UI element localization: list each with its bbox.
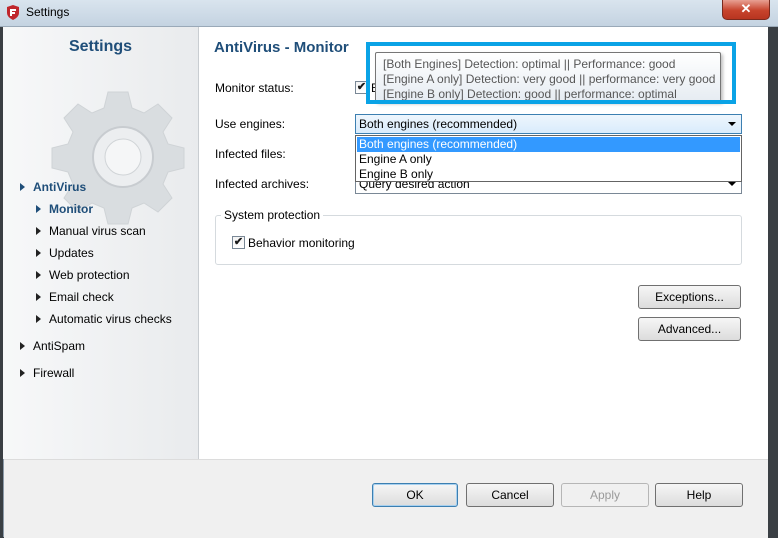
- sidebar-item-antispam[interactable]: AntiSpam: [20, 339, 85, 353]
- page-title: AntiVirus - Monitor: [214, 39, 349, 56]
- sidebar-item-updates[interactable]: Updates: [36, 246, 94, 260]
- infected-files-label: Infected files:: [215, 147, 286, 161]
- expand-triangle-icon: [36, 271, 41, 279]
- sidebar-item-label: AntiSpam: [33, 339, 86, 353]
- sidebar-item-label: Firewall: [33, 366, 75, 380]
- use-engines-label: Use engines:: [215, 117, 286, 131]
- expand-triangle-icon: [36, 205, 41, 213]
- cancel-button[interactable]: Cancel: [466, 483, 554, 507]
- engine-option-both[interactable]: Both engines (recommended): [357, 137, 740, 152]
- behavior-monitoring-label: Behavior monitoring: [248, 236, 355, 250]
- infected-archives-label: Infected archives:: [215, 177, 310, 191]
- tooltip-highlight-frame: [366, 42, 736, 104]
- chevron-down-icon: [728, 182, 736, 186]
- sidebar-item-email-check[interactable]: Email check: [36, 290, 114, 304]
- chevron-down-icon: [728, 122, 736, 126]
- engines-dropdown-list: Both engines (recommended) Engine A only…: [355, 135, 742, 182]
- sidebar-item-label: Email check: [49, 290, 114, 304]
- ok-button[interactable]: OK: [372, 483, 458, 507]
- sidebar-item-label: Updates: [49, 246, 94, 260]
- check-icon: ✔: [356, 81, 367, 93]
- apply-button[interactable]: Apply: [561, 483, 649, 507]
- expand-triangle-icon: [36, 293, 41, 301]
- sidebar-item-web-protection[interactable]: Web protection: [36, 268, 130, 282]
- engines-select-value: Both engines (recommended): [359, 117, 518, 131]
- sidebar-item-label: Manual virus scan: [49, 224, 146, 238]
- sidebar: Settings: [3, 27, 199, 459]
- sidebar-item-monitor[interactable]: Monitor: [36, 202, 93, 216]
- expand-triangle-icon: [36, 227, 41, 235]
- engine-option-a[interactable]: Engine A only: [357, 152, 740, 167]
- monitor-status-label: Monitor status:: [215, 81, 294, 95]
- shield-icon: [7, 5, 19, 20]
- sidebar-item-manual-virus-scan[interactable]: Manual virus scan: [36, 224, 146, 238]
- close-button[interactable]: ✕: [722, 0, 770, 20]
- check-icon: ✔: [233, 236, 244, 248]
- sidebar-item-antivirus[interactable]: AntiVirus: [20, 180, 86, 194]
- advanced-button[interactable]: Advanced...: [638, 317, 741, 341]
- system-protection-label: System protection: [221, 208, 324, 222]
- sidebar-item-label: AntiVirus: [33, 180, 87, 194]
- help-button[interactable]: Help: [655, 483, 743, 507]
- engine-option-b[interactable]: Engine B only: [357, 167, 740, 182]
- expand-triangle-icon: [36, 315, 41, 323]
- title-bar[interactable]: [0, 0, 778, 27]
- sidebar-item-label: Web protection: [49, 268, 130, 282]
- sidebar-title: Settings: [68, 38, 133, 55]
- sidebar-item-automatic-virus-checks[interactable]: Automatic virus checks: [36, 312, 172, 326]
- exceptions-button[interactable]: Exceptions...: [638, 285, 741, 309]
- desktop-background: [768, 27, 778, 537]
- behavior-monitoring-checkbox[interactable]: ✔: [232, 236, 245, 249]
- sidebar-item-label: Automatic virus checks: [49, 312, 172, 326]
- sidebar-item-label: Monitor: [49, 202, 93, 216]
- sidebar-item-firewall[interactable]: Firewall: [20, 366, 74, 380]
- expand-triangle-icon: [36, 249, 41, 257]
- expand-triangle-icon: [20, 342, 25, 350]
- expand-triangle-icon: [20, 183, 25, 191]
- engines-select[interactable]: Both engines (recommended): [355, 114, 742, 134]
- expand-triangle-icon: [20, 369, 25, 377]
- window-title: Settings: [26, 5, 70, 19]
